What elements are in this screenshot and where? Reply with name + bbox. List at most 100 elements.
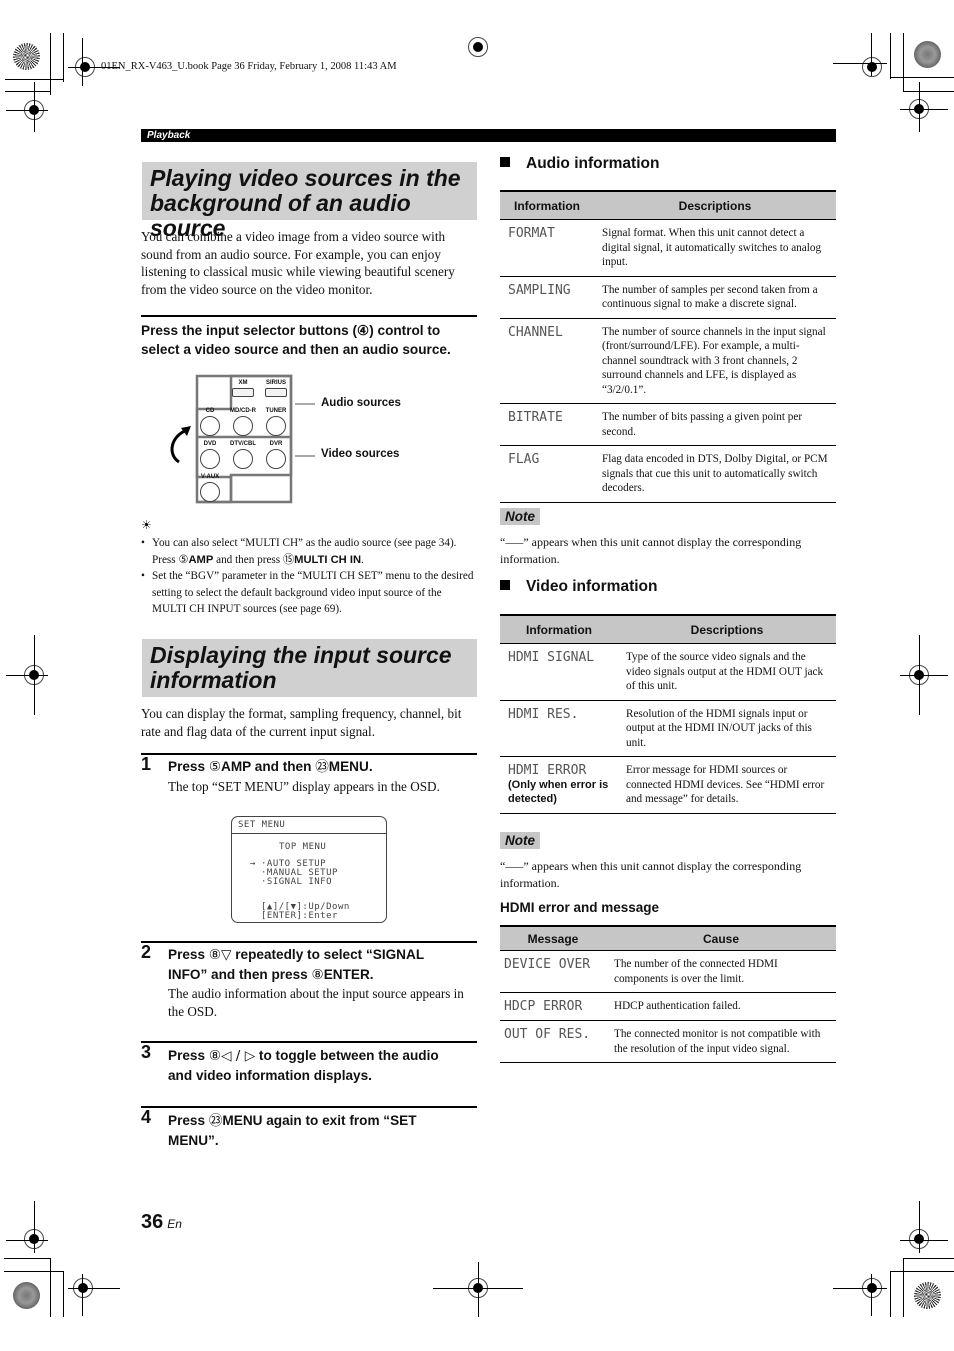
video-info-heading: Video information — [500, 578, 657, 596]
xm-button[interactable] — [232, 388, 254, 397]
table-row: DEVICE OVER The number of the connected H… — [500, 950, 836, 993]
column-header: Descriptions — [618, 614, 836, 644]
video-note-label: Note — [500, 832, 540, 850]
page-lang: En — [167, 1217, 182, 1231]
registration-disc-icon — [914, 41, 941, 68]
key-number: ⑧ — [311, 967, 324, 983]
key-amp: AMP — [221, 759, 251, 774]
info-key: SAMPLING — [500, 276, 594, 319]
step-line: INFO” and then press ⑧ENTER. — [168, 965, 478, 985]
remote-label-sirius: SIRIUS — [265, 380, 286, 386]
step-2-text: Press ⑧▽ repeatedly to select “SIGNAL IN… — [168, 945, 478, 985]
key-number: ㉓ — [315, 759, 329, 775]
remote-label-dvd: DVD — [203, 441, 217, 447]
audio-note-label: Note — [500, 508, 540, 526]
video-info-table: Information Descriptions HDMI SIGNAL Type… — [500, 614, 836, 814]
md-cd-r-button[interactable] — [233, 416, 253, 436]
tip-item: You can also select “MULTI CH” as the au… — [141, 535, 477, 568]
column-header: Information — [500, 190, 594, 220]
step-number: 1 — [141, 754, 152, 774]
step-text-part: . — [369, 967, 374, 982]
column-header: Cause — [606, 925, 836, 951]
info-key-cell: HDMI ERROR (Only when error is detected) — [500, 756, 618, 814]
osd-item-signal-info[interactable]: ·SIGNAL INFO — [261, 878, 332, 887]
v-aux-button[interactable] — [200, 482, 220, 502]
info-key: FORMAT — [500, 219, 594, 277]
message-key: DEVICE OVER — [500, 950, 606, 993]
step-divider — [141, 1041, 477, 1043]
page-number: 36 — [141, 1211, 164, 1233]
down-arrow-icon: ▽ — [221, 947, 232, 963]
cause-desc: HDCP authentication failed. — [606, 992, 836, 1021]
info-key: CHANNEL — [500, 318, 594, 404]
column-header: Information — [500, 614, 618, 644]
info-desc: The number of samples per second taken f… — [594, 276, 836, 319]
registration-mark-icon — [862, 57, 882, 77]
bullet-square-icon — [500, 157, 510, 167]
info-desc: Error message for HDMI sources or connec… — [618, 756, 836, 814]
table-header: Information Descriptions — [500, 190, 836, 220]
video-sources-label: Video sources — [321, 448, 400, 460]
info-desc: The number of bits passing a given point… — [594, 403, 836, 446]
dtv-cbl-button[interactable] — [233, 449, 253, 469]
step-text-part: Press — [168, 947, 209, 962]
osd-cursor-icon: → — [250, 859, 256, 869]
section-label: Playback — [141, 129, 836, 142]
osd-title: SET MENU — [232, 817, 386, 834]
key-number: ⑤ — [208, 759, 222, 775]
step-4-text: Press ㉓MENU again to exit from “SET MENU… — [168, 1111, 478, 1150]
step-text-part: . — [368, 759, 373, 774]
table-row: SAMPLING The number of samples per second… — [500, 276, 836, 319]
step-1-sub: The top “SET MENU” display appears in th… — [168, 779, 440, 794]
bullet-square-icon — [500, 580, 510, 590]
tuner-button[interactable] — [266, 416, 286, 436]
step-number: 2 — [141, 942, 152, 962]
key-number: ⑧ — [208, 947, 222, 963]
hdmi-error-table: Message Cause DEVICE OVER The number of t… — [500, 925, 836, 1063]
tip-text: . — [361, 553, 364, 566]
step-divider — [141, 753, 477, 755]
step-line: Press ⑧◁ / ▷ to toggle between the audio — [168, 1046, 478, 1066]
dvd-button[interactable] — [200, 449, 220, 469]
step-text-part: again to exit from “SET — [262, 1113, 417, 1128]
sirius-button[interactable] — [265, 388, 287, 397]
key-number: ㉓ — [208, 1113, 223, 1129]
info-key: BITRATE — [500, 403, 594, 446]
note-label: Note — [500, 508, 540, 525]
step-divider — [141, 1106, 477, 1108]
left-right-arrow-icon: ◁ / ▷ — [221, 1048, 256, 1064]
video-note-text: “–––” appears when this unit cannot disp… — [500, 859, 802, 890]
tip-list: You can also select “MULTI CH” as the au… — [141, 535, 477, 618]
page-footer: 36 En — [141, 1211, 182, 1234]
section1-instruction: Press the input selector buttons (④) con… — [141, 315, 477, 359]
registration-disc-icon — [13, 1282, 40, 1309]
audio-info-heading: Audio information — [500, 155, 659, 173]
section-title-displaying-info: Displaying the input source information — [142, 639, 477, 697]
key-number: ⑤ — [178, 552, 189, 566]
remote-label-cd: CD — [205, 408, 215, 414]
registration-disc-icon — [13, 43, 40, 70]
info-qualifier: (Only when error is detected) — [508, 779, 609, 805]
cd-button[interactable] — [200, 416, 220, 436]
cause-desc: The connected monitor is not compatible … — [606, 1020, 836, 1063]
remote-label-dvr: DVR — [269, 441, 283, 447]
step-2-sub: The audio information about the input so… — [168, 986, 464, 1019]
tip-item: Set the “BGV” parameter in the “MULTI CH… — [141, 568, 477, 618]
audio-sources-label: Audio sources — [321, 397, 401, 409]
step-number: 3 — [141, 1042, 152, 1062]
title-line: Playing video sources in the — [150, 165, 461, 191]
step-divider — [141, 941, 477, 943]
print-header: 01EN_RX-V463_U.book Page 36 Friday, Febr… — [101, 61, 397, 72]
column-header: Message — [500, 925, 606, 951]
remote-label-dtvcbl: DTV/CBL — [230, 441, 256, 447]
remote-label-mdcdr: MD/CD-R — [230, 408, 256, 414]
info-key: HDMI ERROR — [508, 763, 587, 778]
step-3-text: Press ⑧◁ / ▷ to toggle between the audio… — [168, 1046, 478, 1085]
dvr-button[interactable] — [266, 449, 286, 469]
osd-help-enter: [ENTER]:Enter — [261, 911, 338, 921]
heading-text: Video information — [526, 578, 658, 595]
table-header: Information Descriptions — [500, 614, 836, 644]
heading-text: Audio information — [526, 155, 660, 172]
remote-label-xm: XM — [238, 380, 248, 386]
key-amp: AMP — [188, 553, 214, 566]
